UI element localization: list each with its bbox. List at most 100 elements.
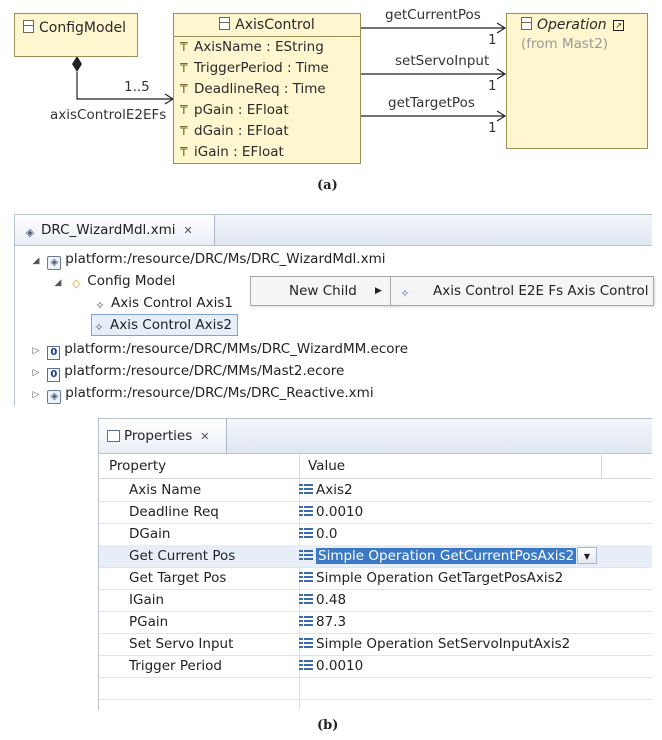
tree-label: platform:/resource/DRC/Ms/DRC_Reactive.x… <box>65 385 374 401</box>
column-header-property[interactable]: Property <box>109 455 166 478</box>
assoc-multiplicity: 1 <box>488 78 497 94</box>
collapse-arrow-icon[interactable]: ▷ <box>29 341 43 361</box>
value-icon <box>299 484 313 494</box>
collapse-arrow-icon[interactable]: ▷ <box>29 363 43 383</box>
composition-multiplicity: 1..5 <box>124 79 150 95</box>
property-row[interactable]: Axis Name Axis2 <box>99 479 652 502</box>
tab-drc-wizardmdl[interactable]: ◈ DRC_WizardMdl.xmi ✕ <box>15 215 215 245</box>
class-operation[interactable]: Operation ↗ (from Mast2) <box>506 13 648 149</box>
tree-item-axis2[interactable]: ✧ Axis Control Axis2 <box>91 314 238 336</box>
tree-label: platform:/resource/DRC/MMs/DRC_WizardMM.… <box>64 341 409 357</box>
tab-title: DRC_WizardMdl.xmi <box>41 222 176 238</box>
shortcut-icon: ↗ <box>613 20 625 31</box>
class-configmodel[interactable]: ConfigModel <box>14 13 138 57</box>
column-header-value[interactable]: Value <box>308 455 345 478</box>
collapse-arrow-icon[interactable]: ▷ <box>29 385 43 405</box>
class-operation-origin: (from Mast2) <box>521 36 609 52</box>
expand-arrow-icon[interactable]: ◢ <box>51 273 65 293</box>
property-row[interactable]: DGain 0.0 <box>99 523 652 546</box>
column-divider <box>299 455 300 478</box>
class-operation-name: Operation <box>537 17 607 33</box>
property-row[interactable]: PGain 87.3 <box>99 611 652 634</box>
submenu-arrow-icon: ▶ <box>375 286 382 296</box>
menu-item-new-child[interactable]: New Child ▶ <box>251 277 391 305</box>
ecore-file-icon: 0 <box>47 346 61 360</box>
attribute[interactable]: ₸ DeadlineReq : Time <box>174 79 360 100</box>
property-value-text: 0.0010 <box>316 504 364 520</box>
tree-label: Axis Control Axis1 <box>111 295 233 311</box>
tree-item-resource[interactable]: ▷ 0 platform:/resource/DRC/MMs/Mast2.ecor… <box>29 361 344 383</box>
tab-title: Properties <box>124 428 193 444</box>
property-name: Get Current Pos <box>129 548 236 564</box>
property-value[interactable]: Axis2 <box>299 479 353 501</box>
tree-item-resource[interactable]: ▷ ◈ platform:/resource/DRC/Ms/DRC_Reactiv… <box>29 383 374 405</box>
tree-label: platform:/resource/DRC/Ms/DRC_WizardMdl.… <box>65 251 386 267</box>
close-icon[interactable]: ✕ <box>200 430 209 443</box>
attribute[interactable]: ₸ pGain : EFloat <box>174 100 360 121</box>
property-value[interactable]: 0.48 <box>299 589 346 611</box>
property-value-text: Simple Operation GetTargetPosAxis2 <box>316 570 564 586</box>
ecore-file-icon: 0 <box>47 368 61 382</box>
property-value-text: Axis2 <box>316 482 353 498</box>
attribute-label: DeadlineReq : Time <box>194 81 326 97</box>
property-value-text: 0.0010 <box>316 658 364 674</box>
property-value[interactable]: 87.3 <box>299 611 346 633</box>
editor-tab-bar: ◈ DRC_WizardMdl.xmi ✕ <box>15 215 652 246</box>
attribute[interactable]: ₸ AxisName : EString <box>174 37 360 58</box>
property-name: DGain <box>129 526 171 542</box>
class-icon <box>23 20 34 33</box>
property-row-empty <box>99 677 652 700</box>
dropdown-button[interactable]: ▼ <box>577 547 597 564</box>
close-icon[interactable]: ✕ <box>183 224 192 237</box>
property-value-text: 0.48 <box>316 592 347 608</box>
attribute-icon: ₸ <box>180 124 188 138</box>
property-name: IGain <box>129 592 165 608</box>
property-name: Set Servo Input <box>129 636 234 652</box>
property-value[interactable]: 0.0010 <box>299 501 363 523</box>
class-axiscontrol[interactable]: AxisControl ₸ AxisName : EString ₸ Trigger… <box>173 13 361 164</box>
property-value[interactable]: Simple Operation GetTargetPosAxis2 <box>299 567 563 589</box>
property-value[interactable]: 0.0010 <box>299 655 363 677</box>
property-value-text: Simple Operation GetCurrentPosAxis2 <box>316 548 577 564</box>
property-row[interactable]: IGain 0.48 <box>99 589 652 612</box>
tree-item-root[interactable]: ◢ ◈ platform:/resource/DRC/Ms/DRC_WizardM… <box>29 249 386 271</box>
property-row[interactable]: Set Servo Input Simple Operation SetServo… <box>99 633 652 656</box>
property-row[interactable]: Trigger Period 0.0010 <box>99 655 652 678</box>
expand-arrow-icon[interactable]: ◢ <box>29 251 43 271</box>
value-icon <box>299 572 313 582</box>
create-child-icon: ✧ <box>400 287 410 300</box>
tree-item-axis1[interactable]: ✧ Axis Control Axis1 <box>93 293 233 313</box>
menu-item-axis-control[interactable]: ✧ Axis Control E2E Fs Axis Control <box>391 277 653 305</box>
property-name: Axis Name <box>129 482 202 498</box>
resource-icon: ◈ <box>47 256 62 270</box>
property-row[interactable]: Get Target Pos Simple Operation GetTarget… <box>99 567 652 590</box>
attribute[interactable]: ₸ TriggerPeriod : Time <box>174 58 360 79</box>
property-value[interactable]: 0.0 <box>299 523 337 545</box>
property-row[interactable]: Get Current Pos Simple Operation GetCurre… <box>99 545 652 568</box>
context-menu: New Child ▶ <box>250 276 392 306</box>
properties-tab-bar: Properties ✕ <box>99 419 652 454</box>
column-divider <box>601 455 602 478</box>
attribute-label: dGain : EFloat <box>194 123 289 139</box>
assoc-label-getcurrentpos: getCurrentPos <box>385 7 481 23</box>
property-value-text: Simple Operation SetServoInputAxis2 <box>316 636 571 652</box>
property-value[interactable]: Simple Operation GetCurrentPosAxis2 <box>299 545 577 567</box>
tree-item-resource[interactable]: ▷ 0 platform:/resource/DRC/MMs/DRC_Wizard… <box>29 339 409 361</box>
property-name: Trigger Period <box>129 658 222 674</box>
property-value[interactable]: Simple Operation SetServoInputAxis2 <box>299 633 570 655</box>
attribute-label: iGain : EFloat <box>194 144 284 160</box>
caption-a: (a) <box>317 178 338 193</box>
class-axiscontrol-name: AxisControl <box>235 17 315 33</box>
tree-item-config-model[interactable]: ◢ ◇ Config Model <box>51 271 176 293</box>
attribute[interactable]: ₸ iGain : EFloat <box>174 142 360 163</box>
attribute-label: pGain : EFloat <box>194 102 289 118</box>
value-icon <box>299 616 313 626</box>
value-icon <box>299 528 313 538</box>
property-name: Get Target Pos <box>129 570 227 586</box>
attribute[interactable]: ₸ dGain : EFloat <box>174 121 360 142</box>
assoc-multiplicity: 1 <box>488 32 497 48</box>
tab-properties[interactable]: Properties ✕ <box>99 419 227 453</box>
menu-item-label: New Child <box>289 283 357 299</box>
value-icon <box>299 550 313 560</box>
property-row[interactable]: Deadline Req 0.0010 <box>99 501 652 524</box>
